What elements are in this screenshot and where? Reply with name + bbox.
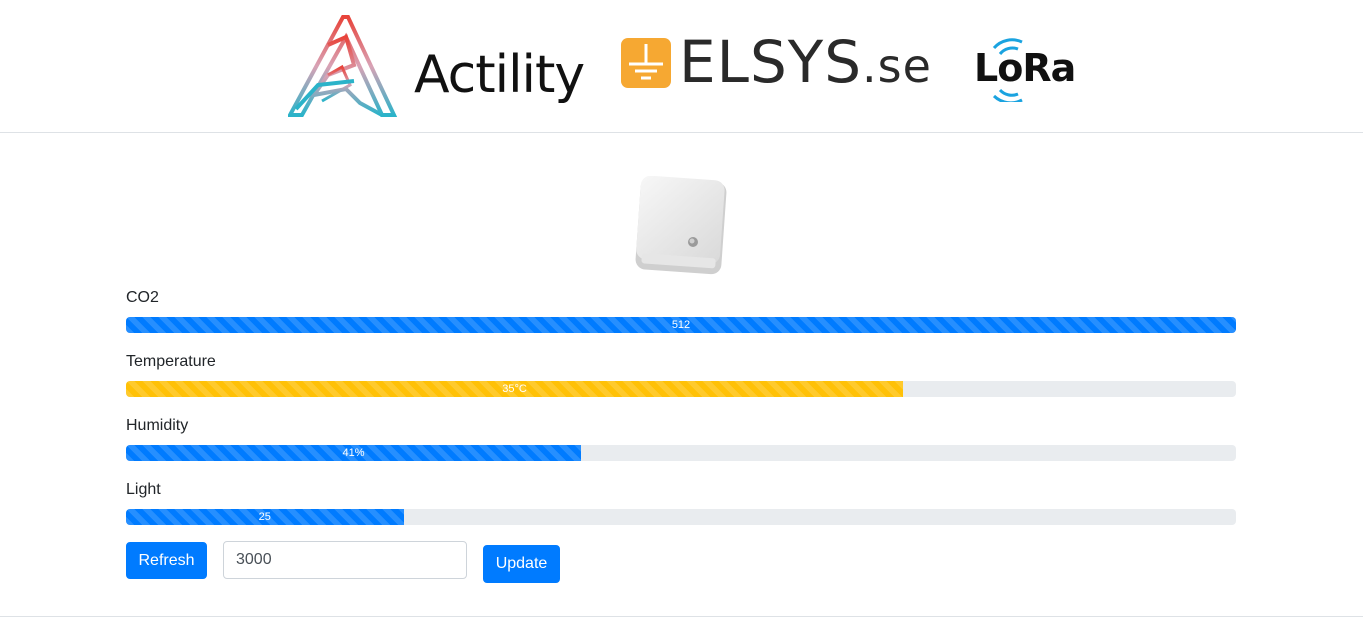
progress-bar: 25 bbox=[126, 509, 1236, 525]
metric-label: Light bbox=[126, 481, 161, 498]
progress-bar-fill: 35°C bbox=[126, 381, 903, 397]
actility-logo: Actility bbox=[286, 15, 585, 117]
sensor-device-image bbox=[634, 175, 730, 276]
progress-bar-fill: 41% bbox=[126, 445, 582, 461]
progress-bar: 41% bbox=[126, 445, 1236, 461]
lora-wordmark: LoRa bbox=[974, 46, 1076, 90]
metric-label: CO2 bbox=[126, 289, 159, 306]
elsys-logo: ELSYS.se bbox=[621, 30, 931, 94]
metric-label: Temperature bbox=[126, 353, 216, 370]
elsys-wordmark-main: ELSYS bbox=[679, 28, 863, 96]
update-button[interactable]: Update bbox=[483, 545, 560, 583]
refresh-interval-input[interactable] bbox=[223, 541, 467, 579]
metric-label: Humidity bbox=[126, 417, 189, 434]
refresh-button[interactable]: Refresh bbox=[126, 542, 207, 579]
elsys-wordmark-suffix: .se bbox=[862, 39, 932, 93]
logo-header: Actility ELSYS.se LoRa bbox=[0, 0, 1363, 133]
actility-mark-icon bbox=[286, 15, 398, 117]
progress-bar-fill: 25 bbox=[126, 509, 404, 525]
elsys-wordmark: ELSYS.se bbox=[679, 30, 932, 98]
elsys-ground-icon bbox=[621, 38, 671, 88]
lora-logo: LoRa bbox=[972, 38, 1076, 102]
progress-bar: 35°C bbox=[126, 381, 1236, 397]
progress-bar-fill: 512 bbox=[126, 317, 1236, 333]
progress-bar: 512 bbox=[126, 317, 1236, 333]
actility-wordmark: Actility bbox=[414, 45, 585, 105]
